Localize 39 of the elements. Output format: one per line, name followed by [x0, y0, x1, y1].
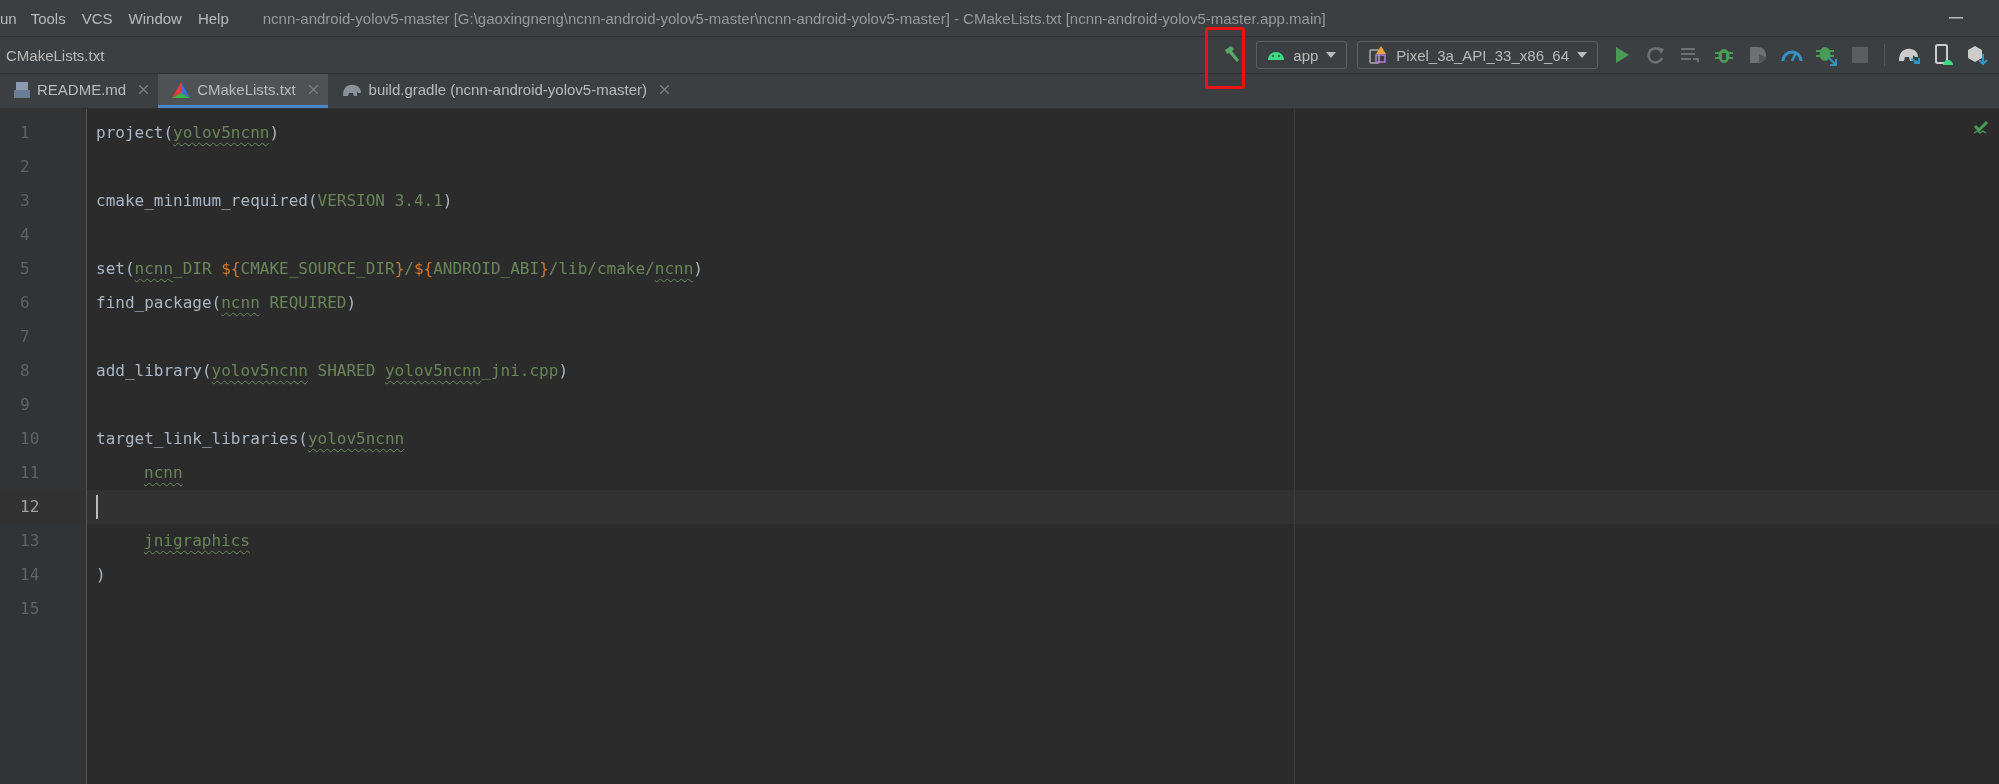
code-line: find_package(ncnn REQUIRED) [96, 292, 357, 314]
text-caret [96, 495, 98, 519]
markdown-file-icon [14, 81, 30, 98]
editor-tab[interactable]: build.gradle (ncnn-android-yolov5-master) [327, 74, 679, 108]
close-icon[interactable] [308, 85, 318, 94]
code-line: jnigraphics [144, 530, 250, 552]
code-line: project(yolov5ncnn) [96, 122, 280, 144]
device-warning-icon [1368, 45, 1389, 65]
minimize-icon[interactable] [1949, 17, 1963, 19]
code-line: target_link_libraries(yolov5ncnn [96, 428, 405, 450]
run-config-dropdown[interactable]: app [1256, 41, 1348, 69]
menu-item[interactable]: Help [197, 9, 229, 27]
android-icon [1267, 49, 1286, 61]
editor-tab[interactable]: README.md [0, 74, 159, 108]
device-dropdown[interactable]: Pixel_3a_API_33_x86_64 [1357, 41, 1598, 69]
window-title: ncnn-android-yolov5-master [G:\gaoxingneng\ncnn-android-yolov5-master\ncnn-android-yolov5-master] - CMakeLists.txt [ncnn-android-yolov5-master.app.main] [262, 9, 1326, 27]
editor-tab[interactable]: CMakeLists.txt [158, 74, 328, 108]
caret-icon [1326, 52, 1337, 58]
highlight-box [1205, 27, 1246, 89]
menu-item[interactable]: Window [128, 9, 182, 27]
breadcrumb[interactable]: CMakeLists.txt [0, 46, 105, 64]
menu-item[interactable]: VCS [81, 9, 113, 27]
caret-icon [1577, 52, 1587, 58]
bug-arrow-icon[interactable] [1815, 44, 1837, 66]
menu-item[interactable]: un [0, 9, 17, 27]
code-line: set(ncnn_DIR ${CMAKE_SOURCE_DIR}/${ANDROID_ABI}/lib/cmake/ncnn) [96, 258, 703, 280]
run-icon[interactable] [1614, 46, 1630, 64]
menu-item[interactable]: Tools [30, 9, 66, 27]
triangle-icon [172, 81, 191, 98]
close-icon[interactable] [139, 85, 149, 94]
code-line: add_library(yolov5ncnn SHARED yolov5ncnn_jni.cpp) [96, 360, 568, 382]
code-line: ncnn [144, 462, 183, 484]
phone-icon[interactable] [1933, 44, 1953, 66]
code-line: cmake_minimum_required(VERSION 3.4.1) [96, 190, 453, 212]
code-line: ) [96, 564, 106, 586]
check-icon [1973, 121, 1989, 135]
cube-download-icon[interactable] [1966, 44, 1988, 66]
close-icon[interactable] [660, 85, 669, 94]
elephant-icon [341, 82, 362, 97]
